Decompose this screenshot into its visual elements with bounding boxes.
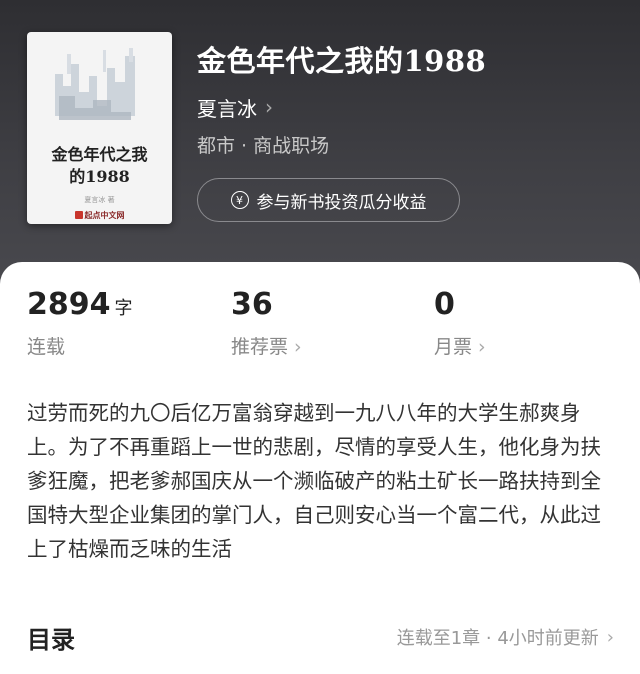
stat-label: 月票 [434, 336, 473, 358]
stat-label: 推荐票 [231, 336, 289, 358]
invest-button[interactable]: ¥ 参与新书投资瓜分收益 [197, 178, 460, 222]
chevron-right-icon: › [294, 336, 302, 358]
cover-illustration [45, 46, 153, 126]
stat-unit: 字 [114, 298, 133, 319]
stat-value: 0 [434, 287, 455, 322]
stat-label: 连载 [27, 336, 66, 358]
chevron-right-icon: › [265, 95, 273, 119]
toc-status-link[interactable]: 连载至1章 · 4小时前更新 › [397, 624, 614, 650]
cover-author: 夏言冰 著 [84, 196, 115, 204]
stat-recommend-votes[interactable]: 36 推荐票 › [231, 288, 302, 359]
stat-word-count: 2894 字 连载 [27, 288, 133, 359]
author-link[interactable]: 夏言冰 › [197, 92, 273, 122]
book-description[interactable]: 过劳而死的九〇后亿万富翁穿越到一九八八年的大学生郝爽身上。为了不再重蹈上一世的悲… [27, 396, 617, 566]
toc-status: 连载至1章 · 4小时前更新 [396, 628, 599, 649]
invest-button-label: 参与新书投资瓜分收益 [256, 192, 427, 213]
cover-title: 金色年代之我 的1988 [51, 145, 148, 186]
toc-title[interactable]: 目录 [27, 620, 75, 655]
book-cover[interactable]: 金色年代之我 的1988 夏言冰 著 起点中文网 [27, 32, 172, 224]
book-title: 金色年代之我的1988 [197, 44, 487, 78]
author-name: 夏言冰 [197, 96, 257, 121]
genre-tags[interactable]: 都市 · 商战职场 [197, 131, 329, 158]
book-detail-sheet: 2894 字 连载 36 推荐票 › 0 月票 › 过劳而死的九〇后亿万富翁穿越到一九… [0, 262, 640, 674]
chevron-right-icon: › [606, 626, 614, 648]
chevron-right-icon: › [478, 336, 486, 358]
publisher-seal-icon [74, 211, 83, 219]
publisher-logo: 起点中文网 [27, 210, 172, 221]
publisher-name: 起点中文网 [84, 211, 125, 220]
book-header: 金色年代之我 的1988 夏言冰 著 起点中文网 金色年代之我的1988 夏言冰… [0, 0, 640, 300]
stat-value: 2894 [27, 287, 111, 322]
yen-icon: ¥ [230, 191, 249, 209]
stat-value: 36 [231, 287, 273, 322]
stat-monthly-votes[interactable]: 0 月票 › [434, 288, 486, 359]
